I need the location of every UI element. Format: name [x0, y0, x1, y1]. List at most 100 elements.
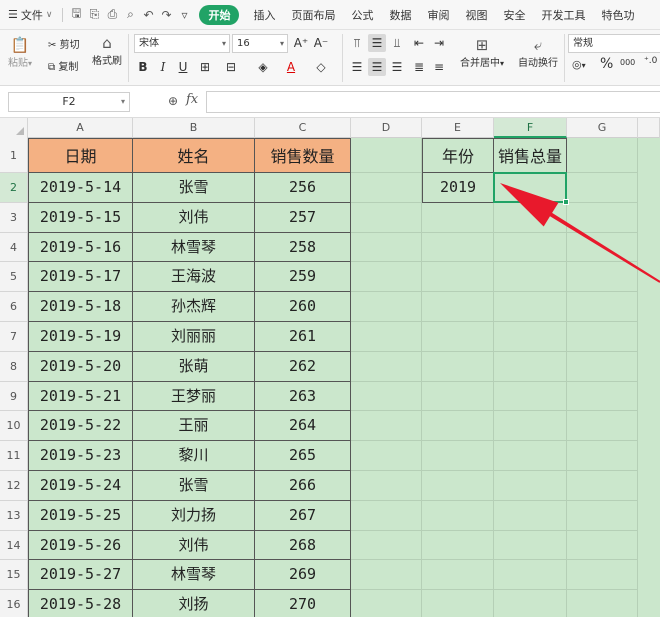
- table-cell[interactable]: 259: [255, 262, 351, 293]
- format-painter-button[interactable]: ⌂ 格式刷: [92, 34, 122, 67]
- empty-cell[interactable]: [567, 262, 638, 293]
- table-cell[interactable]: 270: [255, 590, 351, 617]
- empty-cell[interactable]: [422, 530, 494, 561]
- table-cell[interactable]: 264: [255, 411, 351, 442]
- table-header-cell[interactable]: 日期: [28, 138, 133, 173]
- empty-cell[interactable]: [351, 322, 422, 352]
- table-cell[interactable]: 林雪琴: [133, 560, 255, 591]
- name-box[interactable]: F2 ▾: [8, 92, 130, 112]
- percent-button[interactable]: %: [600, 56, 613, 72]
- tab-formulas[interactable]: 公式: [343, 7, 381, 23]
- redo-icon[interactable]: ↷: [157, 8, 175, 22]
- table-cell[interactable]: 张雪: [133, 173, 255, 203]
- indent-increase-icon[interactable]: ⇥: [430, 34, 448, 52]
- file-menu[interactable]: ☰ 文件 ∨: [0, 7, 58, 23]
- fill-color-icon[interactable]: ◈: [254, 58, 272, 76]
- cut-button[interactable]: ✂ 剪切: [48, 36, 80, 51]
- tab-home[interactable]: 开始: [199, 4, 240, 25]
- table-cell[interactable]: 王梦丽: [133, 381, 255, 412]
- empty-cell[interactable]: [351, 202, 422, 233]
- empty-cell[interactable]: [351, 560, 422, 591]
- empty-cell[interactable]: [422, 322, 494, 352]
- table-header-cell[interactable]: 姓名: [133, 138, 255, 173]
- empty-cell[interactable]: [351, 138, 422, 173]
- empty-cell[interactable]: [422, 232, 494, 263]
- zoom-icon[interactable]: ⊕: [168, 94, 178, 108]
- align-left-icon[interactable]: ☰: [348, 58, 366, 76]
- empty-cell[interactable]: [494, 560, 567, 591]
- table-cell[interactable]: 256: [255, 173, 351, 203]
- currency-button[interactable]: ◎▾: [572, 58, 586, 71]
- formula-input[interactable]: [206, 91, 660, 113]
- column-header-d[interactable]: D: [351, 118, 422, 138]
- select-all-corner[interactable]: [0, 118, 28, 138]
- table-cell[interactable]: 2019-5-20: [28, 351, 133, 382]
- table-cell[interactable]: 林雪琴: [133, 232, 255, 263]
- table-cell[interactable]: 2019-5-17: [28, 262, 133, 293]
- font-color-icon[interactable]: A: [282, 58, 300, 76]
- number-format-select[interactable]: 常规: [568, 34, 660, 53]
- empty-cell[interactable]: [351, 411, 422, 442]
- empty-cell[interactable]: [422, 202, 494, 233]
- empty-cell[interactable]: [351, 292, 422, 322]
- empty-cell[interactable]: [567, 411, 638, 442]
- row-header-4[interactable]: 4: [0, 232, 28, 263]
- row-header-5[interactable]: 5: [0, 262, 28, 293]
- row-header-3[interactable]: 3: [0, 202, 28, 233]
- empty-cell[interactable]: [494, 292, 567, 322]
- row-header-16[interactable]: 16: [0, 590, 28, 617]
- tab-developer[interactable]: 开发工具: [533, 7, 593, 23]
- borders-icon[interactable]: ⊞: [196, 58, 214, 76]
- empty-cell[interactable]: [494, 471, 567, 501]
- fx-icon[interactable]: fx: [186, 92, 198, 107]
- empty-cell[interactable]: [422, 471, 494, 501]
- font-name-select[interactable]: 宋体 ▾: [134, 34, 230, 53]
- column-header-c[interactable]: C: [255, 118, 351, 138]
- underline-button[interactable]: U: [174, 58, 192, 76]
- empty-cell[interactable]: [351, 500, 422, 531]
- cell-style-icon[interactable]: ⊟: [222, 58, 240, 76]
- empty-cell[interactable]: [567, 441, 638, 471]
- tab-page-layout[interactable]: 页面布局: [283, 7, 343, 23]
- tab-review[interactable]: 审阅: [419, 7, 457, 23]
- table-cell[interactable]: 2019-5-22: [28, 411, 133, 442]
- row-header-2[interactable]: 2: [0, 173, 28, 203]
- copy-button[interactable]: ⧉ 复制: [48, 58, 78, 73]
- empty-cell[interactable]: [567, 590, 638, 617]
- align-bottom-icon[interactable]: ⫫: [388, 34, 406, 52]
- table-cell[interactable]: 268: [255, 530, 351, 561]
- tab-features[interactable]: 特色功: [593, 7, 642, 23]
- empty-cell[interactable]: [567, 232, 638, 263]
- table-cell[interactable]: 2019-5-24: [28, 471, 133, 501]
- empty-cell[interactable]: [422, 381, 494, 412]
- table-cell[interactable]: 2019-5-16: [28, 232, 133, 263]
- row-header-13[interactable]: 13: [0, 500, 28, 531]
- align-right-icon[interactable]: ☰: [388, 58, 406, 76]
- empty-cell[interactable]: [494, 232, 567, 263]
- italic-button[interactable]: I: [154, 58, 172, 76]
- table-cell[interactable]: 刘伟: [133, 530, 255, 561]
- year-header-cell[interactable]: 年份: [422, 138, 494, 173]
- column-header-e[interactable]: E: [422, 118, 494, 138]
- shrink-font-button[interactable]: A⁻: [312, 34, 330, 52]
- table-cell[interactable]: 2019-5-21: [28, 381, 133, 412]
- empty-cell[interactable]: [351, 351, 422, 382]
- empty-cell[interactable]: [422, 560, 494, 591]
- empty-cell[interactable]: [494, 500, 567, 531]
- table-cell[interactable]: 黎川: [133, 441, 255, 471]
- table-cell[interactable]: 2019-5-27: [28, 560, 133, 591]
- empty-cell[interactable]: [351, 441, 422, 471]
- table-cell[interactable]: 266: [255, 471, 351, 501]
- table-cell[interactable]: 张雪: [133, 471, 255, 501]
- empty-cell[interactable]: [422, 441, 494, 471]
- customize-icon[interactable]: ▿: [175, 8, 193, 22]
- table-cell[interactable]: 张萌: [133, 351, 255, 382]
- empty-cell[interactable]: [351, 262, 422, 293]
- save-icon[interactable]: 🖫: [67, 4, 85, 25]
- empty-cell[interactable]: [567, 471, 638, 501]
- row-header-15[interactable]: 15: [0, 560, 28, 591]
- row-header-1[interactable]: 1: [0, 138, 28, 173]
- table-cell[interactable]: 2019-5-28: [28, 590, 133, 617]
- clear-format-icon[interactable]: ◇: [312, 58, 330, 76]
- undo-icon[interactable]: ↶: [139, 8, 157, 22]
